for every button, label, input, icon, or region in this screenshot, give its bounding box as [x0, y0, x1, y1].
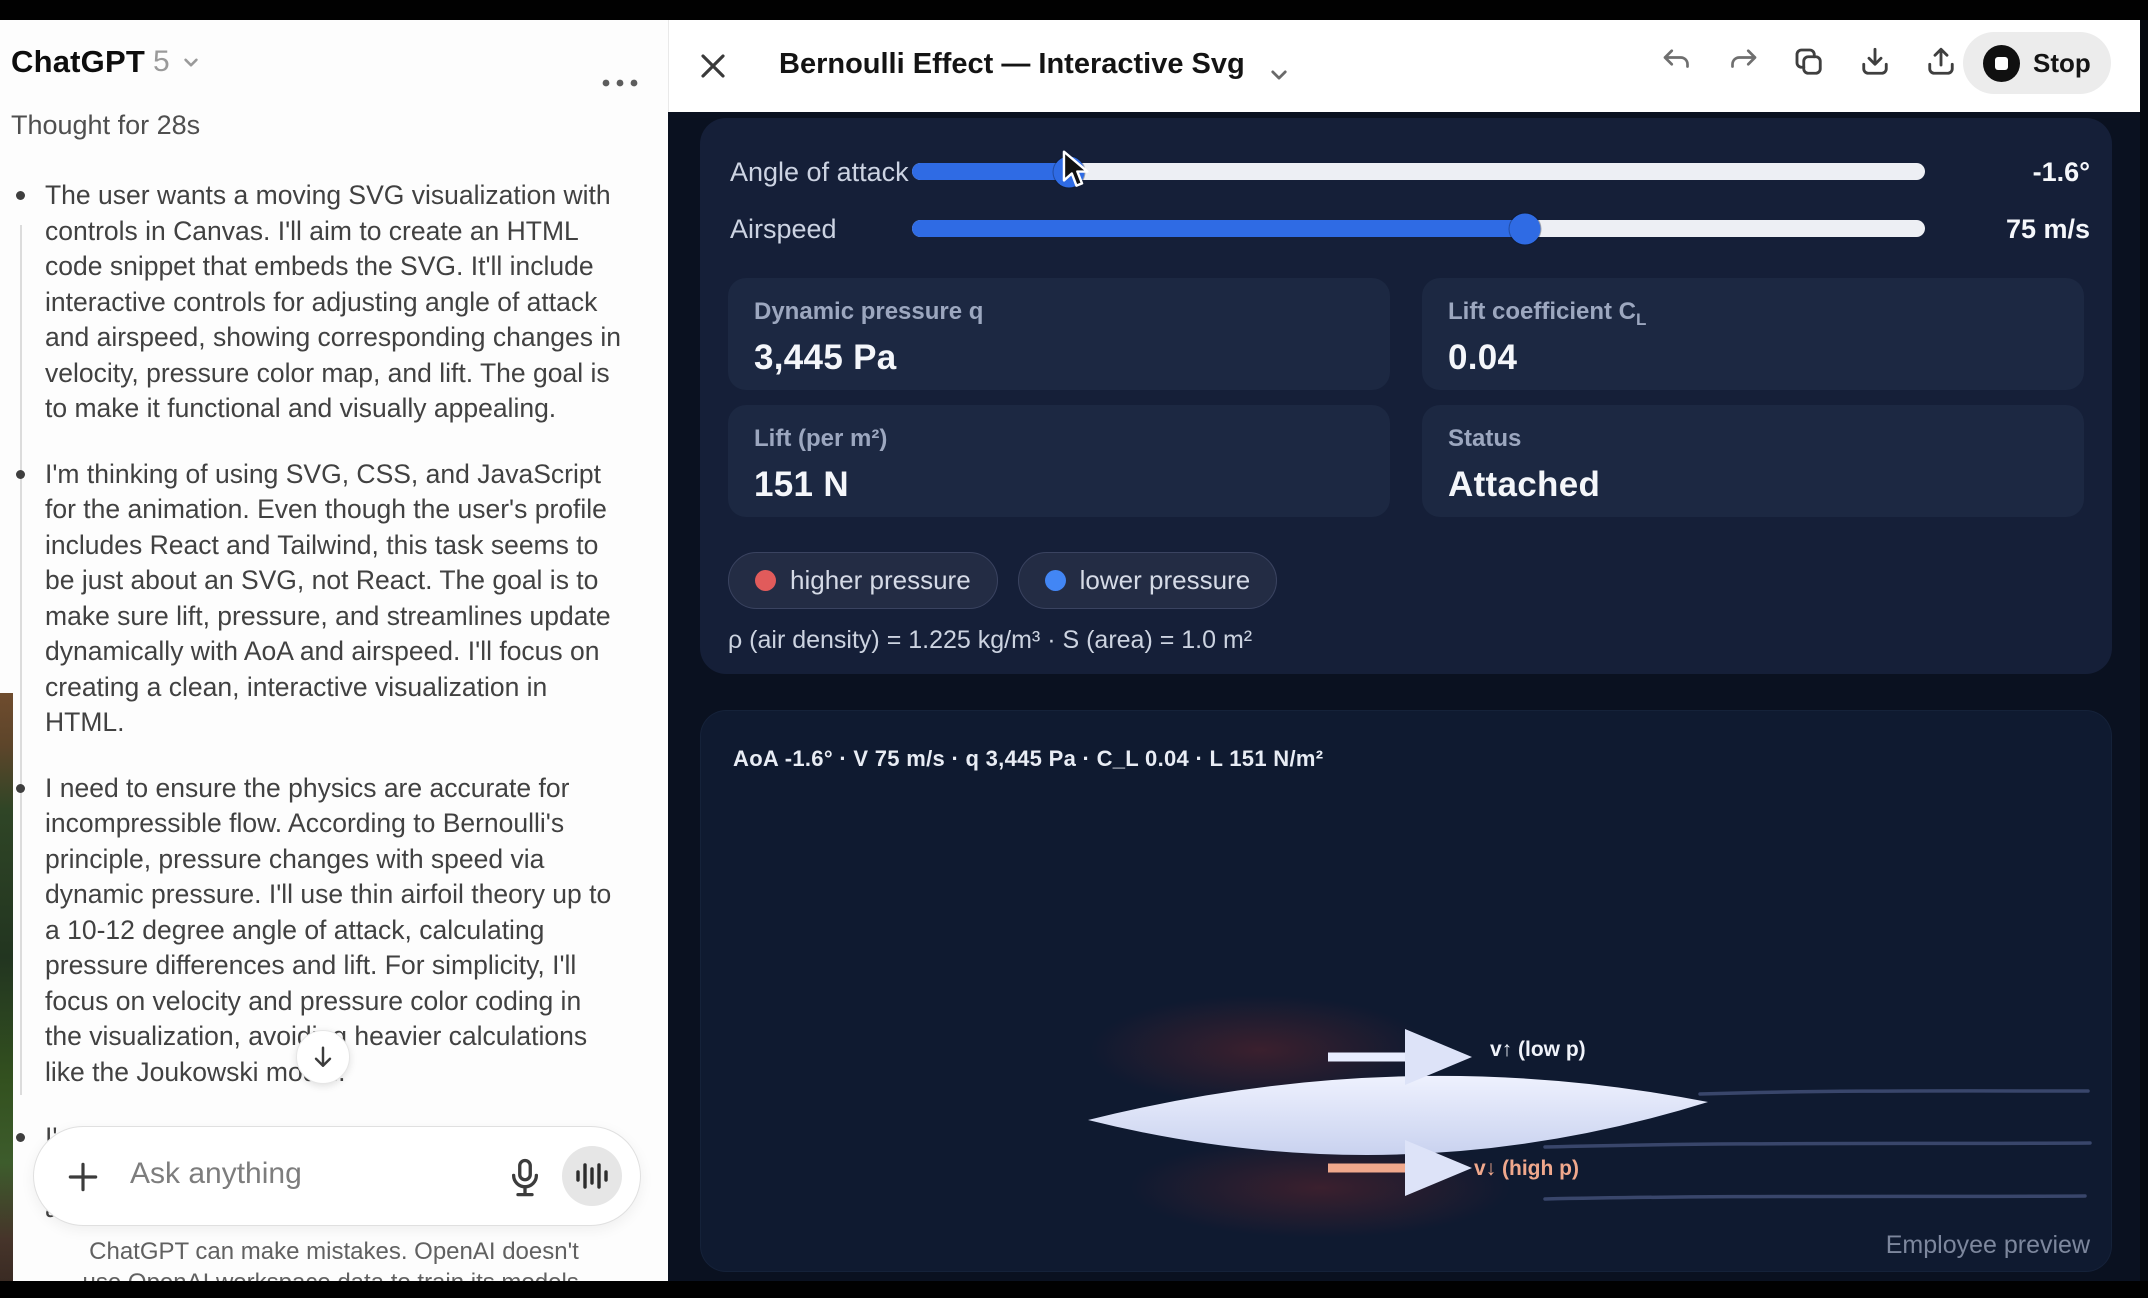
- legend-label: higher pressure: [790, 565, 971, 596]
- constants-note: ρ (air density) = 1.225 kg/m³ · S (area)…: [728, 626, 1252, 655]
- metric-card-dynamic-pressure: Dynamic pressure q 3,445 Pa: [728, 278, 1390, 390]
- window-top-bar: [0, 0, 2148, 20]
- bullet-dot: [16, 784, 25, 793]
- controls-panel: Angle of attack -1.6° Airspeed 75 m/s Dy…: [700, 118, 2112, 674]
- angle-of-attack-value: -1.6°: [2033, 157, 2090, 188]
- legend-label: lower pressure: [1080, 565, 1251, 596]
- arrow-down-icon: [309, 1043, 337, 1071]
- airspeed-slider[interactable]: [912, 220, 1925, 237]
- metric-label: Status: [1448, 425, 1521, 452]
- metric-value: 3,445 Pa: [754, 338, 1364, 378]
- model-version: 5: [153, 45, 170, 79]
- waveform-icon: [572, 1158, 612, 1194]
- metric-value: 0.04: [1448, 338, 2058, 378]
- scroll-to-bottom-button[interactable]: [296, 1030, 350, 1084]
- stop-button-label: Stop: [2033, 48, 2091, 79]
- bullet-dot: [16, 470, 25, 479]
- legend-chip-higher-pressure: higher pressure: [728, 552, 998, 609]
- slider-fill: [912, 220, 1525, 237]
- airfoil-visualization: [700, 710, 2112, 1272]
- bottom-arrow-label: v↓ (high p): [1474, 1157, 1579, 1181]
- stop-icon: [1983, 45, 2020, 82]
- angle-of-attack-label: Angle of attack: [730, 157, 909, 188]
- chat-panel: ChatGPT 5 Thought for 28s The user wants…: [0, 20, 668, 1281]
- legend-chip-lower-pressure: lower pressure: [1018, 552, 1278, 609]
- microphone-icon[interactable]: [504, 1155, 546, 1201]
- undo-icon[interactable]: [1659, 44, 1695, 80]
- chevron-down-icon: [178, 49, 204, 75]
- close-icon[interactable]: [693, 46, 733, 86]
- thought-duration-label[interactable]: Thought for 28s: [11, 110, 200, 141]
- copy-icon[interactable]: [1791, 44, 1827, 80]
- thought-bullet: I'm thinking of using SVG, CSS, and Java…: [11, 457, 631, 741]
- metric-card-status: Status Attached: [1422, 405, 2084, 517]
- canvas-titlebar: Bernoulli Effect — Interactive Svg Stop: [668, 20, 2148, 112]
- thought-bullet: The user wants a moving SVG visualizatio…: [11, 178, 631, 427]
- plus-icon[interactable]: [64, 1158, 102, 1196]
- voice-mode-button[interactable]: [562, 1146, 622, 1206]
- airspeed-value: 75 m/s: [2006, 214, 2090, 245]
- red-dot-icon: [755, 570, 776, 591]
- stop-button[interactable]: Stop: [1963, 32, 2111, 94]
- disclaimer-line: ChatGPT can make mistakes. OpenAI doesn'…: [0, 1236, 668, 1267]
- blue-dot-icon: [1045, 570, 1066, 591]
- window-right-edge: [2140, 20, 2148, 1281]
- canvas-content: Angle of attack -1.6° Airspeed 75 m/s Dy…: [668, 112, 2148, 1281]
- visualization-panel: AoA -1.6° · V 75 m/s · q 3,445 Pa · C_L …: [700, 710, 2112, 1272]
- chat-input[interactable]: Ask anything: [130, 1157, 302, 1191]
- metric-card-lift: Lift (per m²) 151 N: [728, 405, 1390, 517]
- top-arrow-label: v↑ (low p): [1490, 1038, 1586, 1062]
- metric-value: 151 N: [754, 465, 1364, 505]
- metric-label: Lift (per m²): [754, 425, 887, 452]
- bullet-text: The user wants a moving SVG visualizatio…: [45, 178, 623, 427]
- bullet-text: I'm thinking of using SVG, CSS, and Java…: [45, 457, 623, 741]
- mouse-cursor: [1060, 150, 1094, 190]
- brand-title: ChatGPT: [11, 44, 145, 80]
- pressure-legend: higher pressure lower pressure: [728, 552, 1277, 609]
- composer: Ask anything: [33, 1126, 641, 1226]
- employee-preview-watermark: Employee preview: [1886, 1231, 2090, 1260]
- download-icon[interactable]: [1857, 44, 1893, 80]
- metric-label: Dynamic pressure q: [754, 298, 983, 325]
- share-icon[interactable]: [1923, 44, 1959, 80]
- desktop-wallpaper-sliver: [0, 693, 13, 1281]
- slider-fill: [912, 163, 1069, 180]
- canvas-toolbar: [1659, 44, 1959, 80]
- bullet-dot: [16, 1133, 25, 1142]
- redo-icon[interactable]: [1725, 44, 1761, 80]
- angle-of-attack-row: Angle of attack -1.6°: [700, 155, 2112, 189]
- metric-card-lift-coefficient: Lift coefficient CL 0.04: [1422, 278, 2084, 390]
- metric-label: Lift coefficient C: [1448, 298, 1636, 325]
- window-bottom-bar: [0, 1281, 2148, 1295]
- metric-cards: Dynamic pressure q 3,445 Pa Lift coeffic…: [728, 278, 2084, 517]
- canvas-doc-title[interactable]: Bernoulli Effect — Interactive Svg: [779, 48, 1245, 81]
- chevron-down-icon[interactable]: [1264, 60, 1294, 90]
- model-selector[interactable]: ChatGPT 5: [11, 42, 204, 82]
- airspeed-row: Airspeed 75 m/s: [700, 212, 2112, 246]
- more-options-icon[interactable]: [598, 68, 642, 98]
- thought-bullets: The user wants a moving SVG visualizatio…: [11, 178, 631, 1257]
- status-value: Attached: [1448, 465, 2058, 505]
- airspeed-label: Airspeed: [730, 214, 837, 245]
- bullet-dot: [16, 191, 25, 200]
- slider-thumb[interactable]: [1509, 213, 1540, 244]
